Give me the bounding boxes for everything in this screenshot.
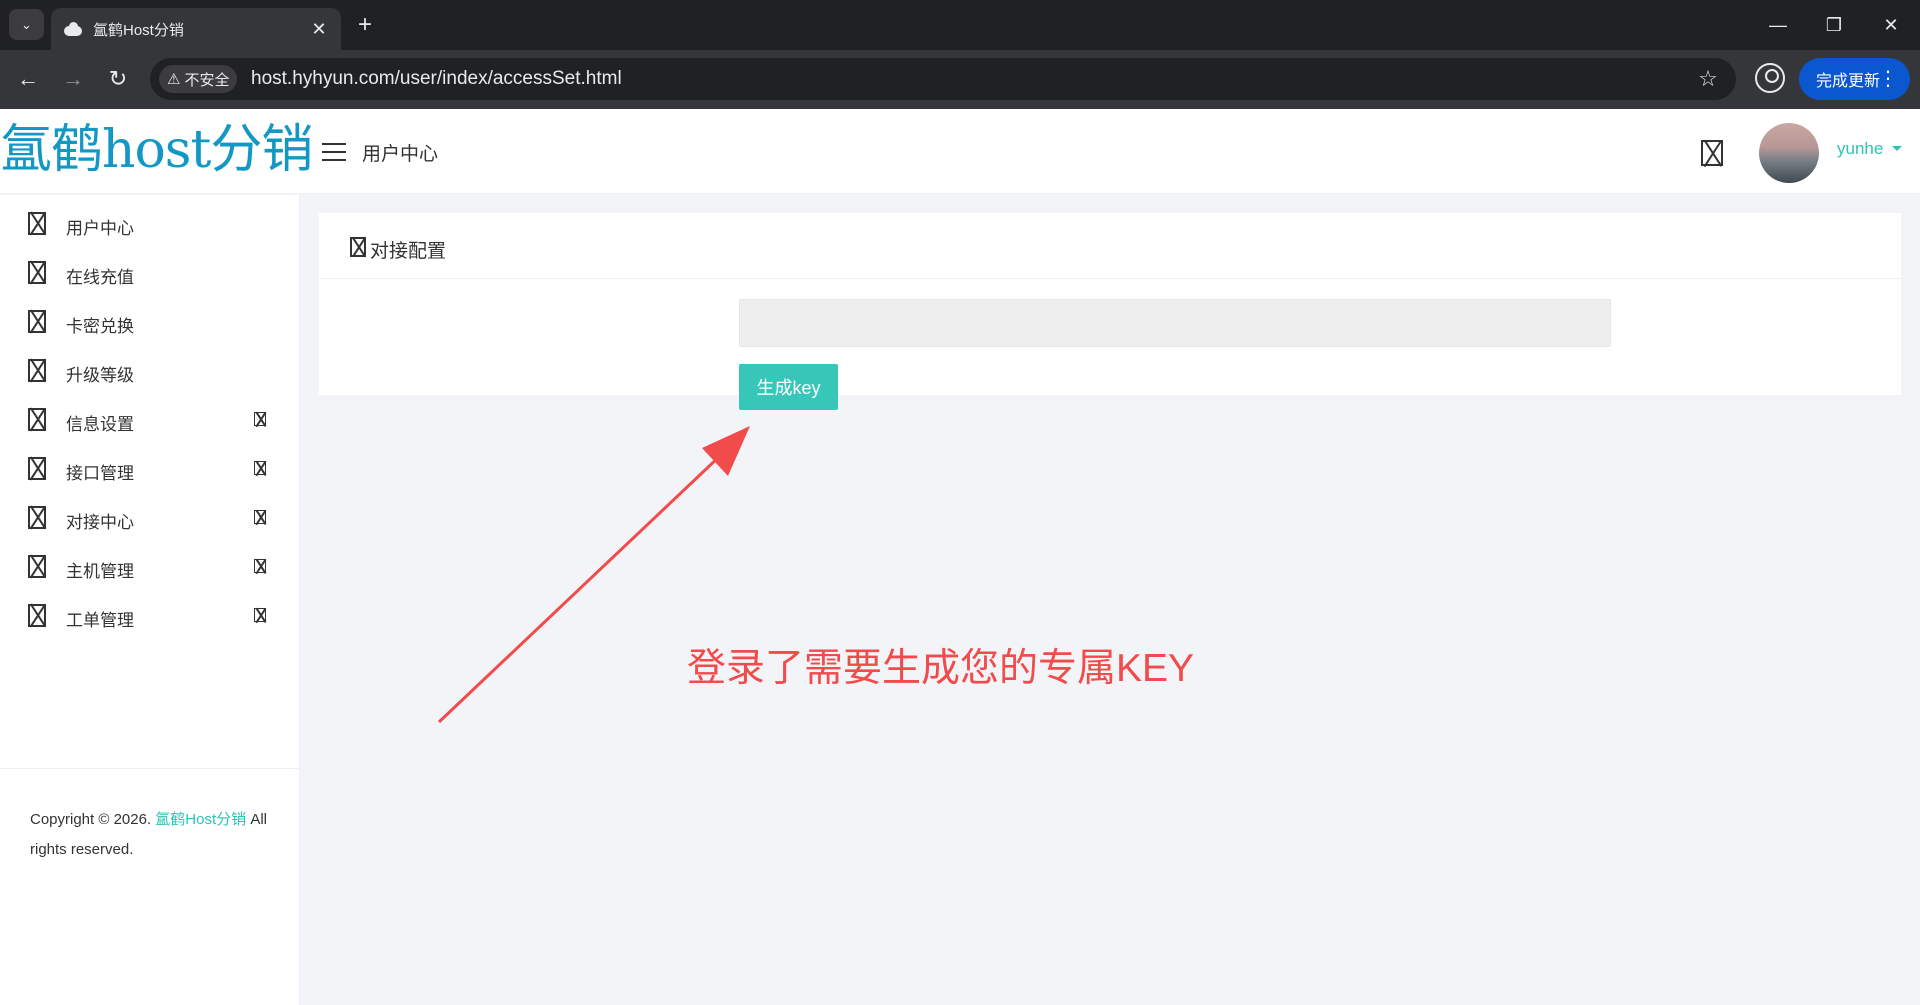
copyright-brand-link[interactable]: 氲鹤Host分销 [155,811,246,828]
expand-arrow-icon [254,608,266,622]
menu-toggle-icon[interactable] [322,143,346,161]
broken-icon [28,408,46,431]
expand-arrow-icon [254,412,266,426]
restore-icon[interactable]: ❐ [1820,12,1848,38]
broken-icon [28,604,46,627]
security-chip[interactable]: ⚠ 不安全 [159,65,238,93]
panel-title: 对接配置 [370,241,447,262]
tab-dropdown-icon[interactable]: ⌄ [9,9,44,40]
expand-arrow-icon [254,559,266,573]
sidebar-item-label: 卡密兑换 [66,317,134,336]
tab-close-icon[interactable]: ✕ [309,19,329,40]
expand-arrow-icon [254,510,266,524]
broken-icon [28,359,46,382]
browser-tab-bar: ⌄ 氲鹤Host分销 ✕ + — ❐ ✕ [0,0,1920,50]
sidebar-item-label: 升级等级 [66,366,134,385]
browser-tab[interactable]: 氲鹤Host分销 ✕ [51,8,341,50]
sidebar-item-user-center[interactable]: 用户中心 [0,202,300,246]
minimize-icon[interactable]: — [1764,12,1792,38]
sidebar-item-upgrade[interactable]: 升级等级 [0,349,300,393]
back-icon[interactable]: ← [14,65,42,93]
expand-arrow-icon [254,461,266,475]
star-icon[interactable]: ☆ [1694,65,1722,93]
close-icon[interactable]: ✕ [1877,12,1905,38]
cloud-icon [63,22,83,36]
sidebar-item-label: 工单管理 [66,611,134,630]
web-page: 氲鹤host分销 用户中心 yunhe 用户中心 在线充值 卡密兑换 升级等级 … [0,109,1920,1005]
annotation-text: 登录了需要生成您的专属KEY [687,647,1195,690]
url-text[interactable]: host.hyhyun.com/user/index/accessSet.htm… [251,58,622,100]
broken-icon [28,506,46,529]
forward-icon[interactable]: → [59,65,87,93]
panel-header: 对接配置 [319,213,1901,279]
update-label: 完成更新 [1816,73,1881,90]
tab-title: 氲鹤Host分销 [93,21,184,39]
address-bar[interactable]: ⚠ 不安全 host.hyhyun.com/user/index/accessS… [150,58,1736,100]
broken-icon [28,310,46,333]
username[interactable]: yunhe [1837,139,1883,159]
sidebar-item-label: 主机管理 [66,562,134,581]
sidebar-item-label: 接口管理 [66,464,134,483]
new-tab-button[interactable]: + [352,12,378,38]
broken-icon [28,555,46,578]
copyright-prefix: Copyright © 2026. [30,811,152,828]
broken-icon [350,237,366,257]
divider [0,768,300,769]
update-button[interactable]: 完成更新 ⋮ [1799,58,1910,100]
sidebar-item-label: 用户中心 [66,219,134,238]
sidebar-item-docking-center[interactable]: 对接中心 [0,496,300,540]
security-key-input[interactable] [739,299,1611,347]
browser-toolbar: ← → ↻ ⚠ 不安全 host.hyhyun.com/user/index/a… [0,50,1920,109]
site-logo[interactable]: 氲鹤host分销 [0,113,313,187]
sidebar-item-label: 对接中心 [66,513,134,532]
menu-dots-icon[interactable]: ⋮ [1878,66,1898,91]
broken-icon [28,261,46,284]
warning-icon: ⚠ [167,71,181,88]
sidebar: 用户中心 在线充值 卡密兑换 升级等级 信息设置 接口管理 对接中心 主机管理 … [0,195,300,1005]
sidebar-item-label: 在线充值 [66,268,134,287]
sidebar-item-api-management[interactable]: 接口管理 [0,447,300,491]
profile-icon[interactable] [1755,63,1785,93]
broken-icon[interactable] [1701,140,1723,166]
sidebar-item-tickets[interactable]: 工单管理 [0,594,300,638]
sidebar-item-label: 信息设置 [66,415,134,434]
sidebar-item-recharge[interactable]: 在线充值 [0,251,300,295]
docking-config-panel: 对接配置 对接安全KEY 生成key [319,213,1901,410]
security-label: 不安全 [184,71,230,89]
broken-icon [28,457,46,480]
sidebar-item-card-redeem[interactable]: 卡密兑换 [0,300,300,344]
header-title: 用户中心 [362,144,439,165]
chevron-down-icon[interactable] [1892,146,1902,151]
reload-icon[interactable]: ↻ [104,65,132,93]
site-header: 氲鹤host分销 用户中心 yunhe [0,109,1920,194]
avatar[interactable] [1759,123,1819,183]
broken-icon [28,212,46,235]
sidebar-item-host-management[interactable]: 主机管理 [0,545,300,589]
generate-key-button[interactable]: 生成key [739,364,838,410]
sidebar-item-info-settings[interactable]: 信息设置 [0,398,300,442]
copyright: Copyright © 2026. 氲鹤Host分销 All rights re… [30,805,270,865]
